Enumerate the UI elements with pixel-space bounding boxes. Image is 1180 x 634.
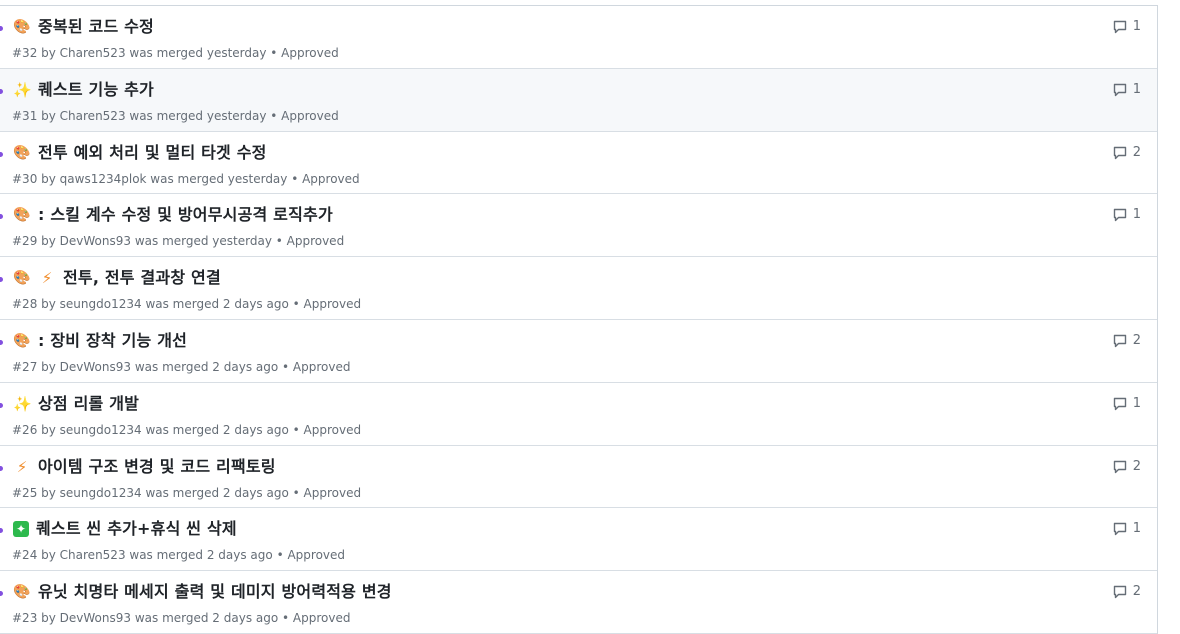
pr-meta: #28 by seungdo1234 was merged 2 days ago…	[12, 297, 362, 312]
art-palette-icon: 🎨	[13, 19, 31, 35]
comment-count: 1	[1132, 207, 1141, 223]
comment-count: 1	[1132, 521, 1141, 537]
comment-count-link[interactable]: 1	[1112, 19, 1141, 35]
art-palette-icon: 🎨	[13, 332, 31, 349]
comment-count-link[interactable]: 1	[1112, 521, 1141, 537]
pull-request-list: 🎨 중복된 코드 수정 #32 by Charen523 was merged …	[0, 5, 1158, 634]
pull-request-row[interactable]: ✦ 퀘스트 씬 추가+휴식 씬 삭제 #24 by Charen523 was …	[0, 508, 1157, 572]
comment-count: 1	[1132, 19, 1141, 34]
pr-title-line: 🎨 ⚡ 전투, 전투 결과창 연결	[13, 267, 221, 289]
pr-title-line: 🎨 전투 예외 처리 및 멀티 타겟 수정	[13, 142, 267, 164]
comment-icon	[1113, 146, 1126, 159]
comment-count-link[interactable]: 1	[1112, 396, 1141, 412]
pull-request-row[interactable]: 🎨 ⚡ 전투, 전투 결과창 연결 #28 by seungdo1234 was…	[0, 257, 1157, 320]
comment-icon	[1113, 83, 1126, 96]
merged-indicator	[0, 214, 3, 220]
comment-icon	[1113, 460, 1126, 473]
merged-indicator	[0, 26, 3, 31]
pr-meta: #24 by Charen523 was merged 2 days ago •…	[12, 548, 346, 563]
pr-meta: #25 by seungdo1234 was merged 2 days ago…	[12, 485, 362, 500]
comment-count: 2	[1132, 584, 1141, 600]
pr-title-link[interactable]: 퀘스트 기능 추가	[38, 79, 154, 101]
pull-request-row[interactable]: 🎨 : 장비 장착 기능 개선 #27 by DevWons93 was mer…	[0, 320, 1157, 383]
comment-icon	[1113, 397, 1126, 410]
pr-title-link[interactable]: : 스킬 계수 수정 및 방어무시공격 로직추가	[38, 204, 333, 226]
pr-title-link[interactable]: 전투 예외 처리 및 멀티 타겟 수정	[38, 142, 267, 164]
comment-icon	[1113, 523, 1126, 536]
comment-count: 1	[1132, 395, 1141, 411]
pr-meta: #23 by DevWons93 was merged 2 days ago •…	[12, 611, 351, 626]
pull-request-row[interactable]: 🎨 전투 예외 처리 및 멀티 타겟 수정 #30 by qaws1234plo…	[0, 132, 1157, 195]
pr-meta: #26 by seungdo1234 was merged 2 days ago…	[12, 422, 362, 437]
pr-title-line: 🎨 중복된 코드 수정	[13, 16, 154, 38]
pr-title-link[interactable]: 유닛 치명타 메세지 출력 및 데미지 방어력적용 변경	[38, 581, 392, 603]
art-palette-icon: 🎨	[13, 144, 31, 161]
pr-title-link[interactable]: : 장비 장착 기능 개선	[38, 330, 187, 352]
comment-count-link[interactable]: 2	[1112, 459, 1141, 475]
pr-meta: #32 by Charen523 was merged yesterday • …	[12, 46, 339, 60]
merged-indicator	[0, 339, 3, 345]
pr-title-link[interactable]: 퀘스트 씬 추가+휴식 씬 삭제	[36, 518, 237, 540]
comment-count-link[interactable]: 2	[1112, 333, 1141, 349]
comment-count: 2	[1132, 144, 1141, 160]
comment-count: 1	[1132, 81, 1141, 97]
comment-icon	[1113, 585, 1126, 599]
pr-title-line: 🎨 : 장비 장착 기능 개선	[13, 330, 187, 352]
comment-count-link[interactable]: 2	[1112, 584, 1141, 600]
zap-icon: ⚡	[16, 457, 28, 476]
comment-count-link[interactable]: 1	[1112, 207, 1141, 223]
pr-title-link[interactable]: 전투, 전투 결과창 연결	[63, 267, 221, 289]
pr-meta: #29 by DevWons93 was merged yesterday • …	[12, 234, 345, 249]
pr-title-link[interactable]: 상점 리롤 개발	[38, 393, 139, 415]
merged-indicator	[0, 88, 3, 94]
pr-title-link[interactable]: 중복된 코드 수정	[38, 16, 154, 38]
pr-meta: #31 by Charen523 was merged yesterday • …	[12, 108, 339, 123]
pr-title-line: ✨ 상점 리롤 개발	[13, 393, 139, 415]
pull-request-row[interactable]: 🎨 : 스킬 계수 수정 및 방어무시공격 로직추가 #29 by DevWon…	[0, 194, 1157, 258]
sparkle-box-icon: ✦	[13, 521, 29, 538]
comment-icon	[1113, 209, 1126, 222]
sparkles-icon: ✨	[13, 80, 32, 99]
zap-icon: ⚡	[41, 269, 53, 288]
art-palette-icon: 🎨	[13, 207, 31, 224]
merged-indicator	[0, 151, 3, 157]
pull-request-row[interactable]: ✨ 상점 리롤 개발 #26 by seungdo1234 was merged…	[0, 383, 1157, 446]
pr-title-line: ✨ 퀘스트 기능 추가	[13, 79, 154, 101]
art-palette-icon: 🎨	[13, 584, 31, 601]
pr-title-link[interactable]: 아이템 구조 변경 및 코드 리팩토링	[38, 456, 276, 478]
pr-meta: #30 by qaws1234plok was merged yesterday…	[12, 171, 360, 186]
comment-icon	[1113, 20, 1126, 34]
pr-title-line: 🎨 유닛 치명타 메세지 출력 및 데미지 방어력적용 변경	[13, 581, 392, 603]
comment-count-link[interactable]: 2	[1112, 145, 1141, 161]
merged-indicator	[0, 277, 3, 283]
merged-indicator	[0, 402, 3, 408]
merged-indicator	[0, 528, 3, 534]
comment-count: 2	[1132, 458, 1141, 474]
comment-icon	[1113, 334, 1126, 348]
pr-title-line: 🎨 : 스킬 계수 수정 및 방어무시공격 로직추가	[13, 204, 333, 226]
merged-indicator	[0, 465, 3, 471]
merged-indicator	[0, 591, 3, 597]
sparkles-icon: ✨	[13, 394, 32, 413]
pull-request-row[interactable]: ⚡ 아이템 구조 변경 및 코드 리팩토링 #25 by seungdo1234…	[0, 446, 1157, 509]
art-palette-icon: 🎨	[13, 270, 31, 287]
pr-title-line: ✦ 퀘스트 씬 추가+휴식 씬 삭제	[13, 518, 237, 540]
comment-count-link[interactable]: 1	[1112, 82, 1141, 98]
pull-request-row[interactable]: ✨ 퀘스트 기능 추가 #31 by Charen523 was merged …	[0, 68, 1157, 132]
comment-count: 2	[1132, 332, 1141, 348]
pull-request-row[interactable]: 🎨 중복된 코드 수정 #32 by Charen523 was merged …	[0, 6, 1157, 69]
pull-request-row[interactable]: 🎨 유닛 치명타 메세지 출력 및 데미지 방어력적용 변경 #23 by De…	[0, 571, 1157, 634]
pr-meta: #27 by DevWons93 was merged 2 days ago •…	[12, 359, 351, 374]
pr-title-line: ⚡ 아이템 구조 변경 및 코드 리팩토링	[13, 456, 276, 478]
